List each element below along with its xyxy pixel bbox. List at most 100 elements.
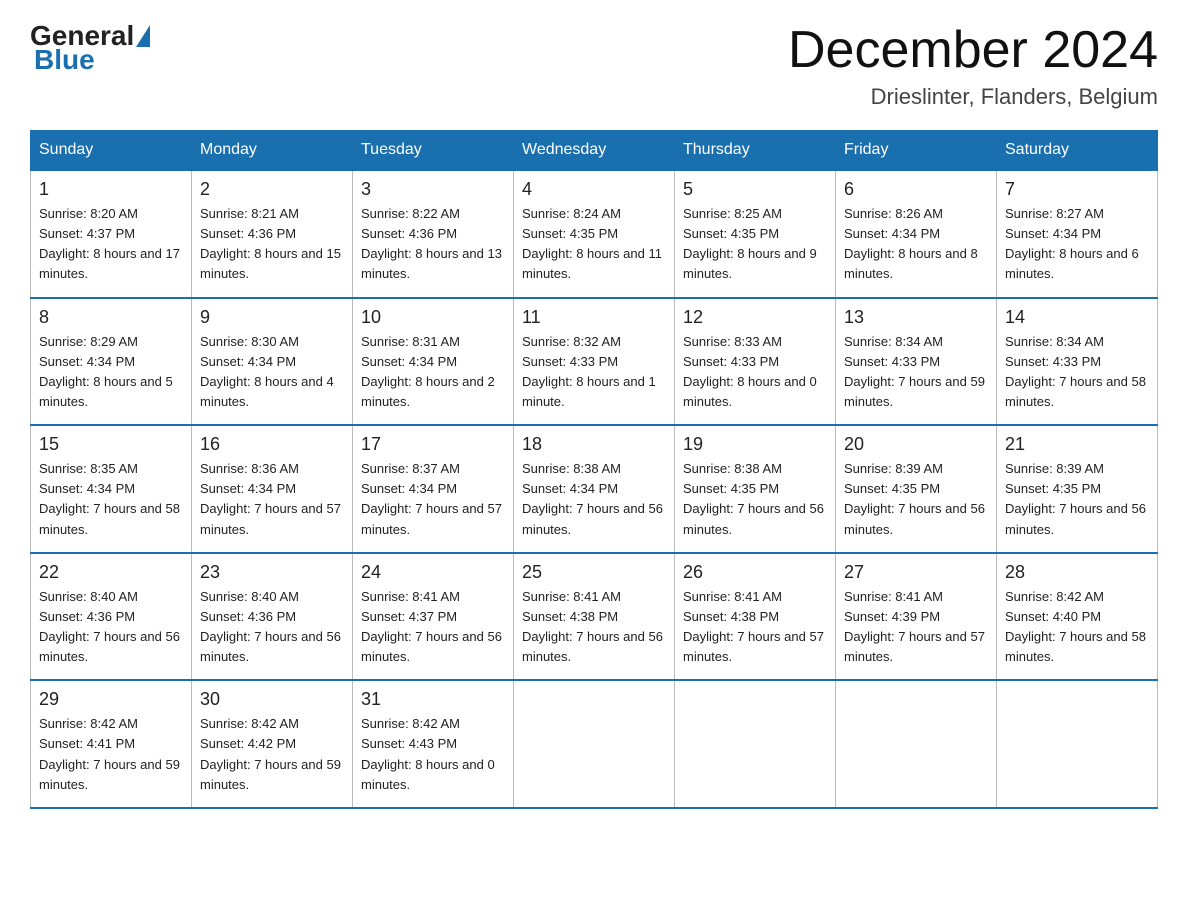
day-info: Sunrise: 8:41 AMSunset: 4:38 PMDaylight:… (522, 589, 663, 664)
calendar-day-cell: 21 Sunrise: 8:39 AMSunset: 4:35 PMDayligh… (997, 425, 1158, 553)
calendar-day-cell (675, 680, 836, 808)
day-number: 16 (200, 434, 344, 455)
day-info: Sunrise: 8:39 AMSunset: 4:35 PMDaylight:… (1005, 461, 1146, 536)
days-of-week-row: SundayMondayTuesdayWednesdayThursdayFrid… (31, 131, 1158, 171)
day-number: 17 (361, 434, 505, 455)
day-info: Sunrise: 8:34 AMSunset: 4:33 PMDaylight:… (1005, 334, 1146, 409)
calendar-header: SundayMondayTuesdayWednesdayThursdayFrid… (31, 131, 1158, 171)
calendar-day-cell: 6 Sunrise: 8:26 AMSunset: 4:34 PMDaylight… (836, 170, 997, 298)
day-header-tuesday: Tuesday (353, 131, 514, 171)
calendar-day-cell: 4 Sunrise: 8:24 AMSunset: 4:35 PMDaylight… (514, 170, 675, 298)
calendar-day-cell: 18Sunrise: 8:38 AMSunset: 4:34 PMDayligh… (514, 425, 675, 553)
calendar-day-cell: 9 Sunrise: 8:30 AMSunset: 4:34 PMDaylight… (192, 298, 353, 426)
day-info: Sunrise: 8:29 AMSunset: 4:34 PMDaylight:… (39, 334, 173, 409)
calendar-week-row: 8 Sunrise: 8:29 AMSunset: 4:34 PMDaylight… (31, 298, 1158, 426)
calendar-week-row: 1 Sunrise: 8:20 AMSunset: 4:37 PMDaylight… (31, 170, 1158, 298)
calendar-body: 1 Sunrise: 8:20 AMSunset: 4:37 PMDaylight… (31, 170, 1158, 808)
calendar-week-row: 15 Sunrise: 8:35 AMSunset: 4:34 PMDayligh… (31, 425, 1158, 553)
day-number: 7 (1005, 179, 1149, 200)
day-info: Sunrise: 8:32 AMSunset: 4:33 PMDaylight:… (522, 334, 656, 409)
day-info: Sunrise: 8:31 AMSunset: 4:34 PMDaylight:… (361, 334, 495, 409)
page-header: General Blue December 2024 Drieslinter, … (30, 20, 1158, 110)
calendar-day-cell: 31 Sunrise: 8:42 AMSunset: 4:43 PMDayligh… (353, 680, 514, 808)
logo: General Blue (30, 20, 152, 76)
month-title: December 2024 (788, 20, 1158, 80)
calendar-day-cell: 14 Sunrise: 8:34 AMSunset: 4:33 PMDayligh… (997, 298, 1158, 426)
day-info: Sunrise: 8:37 AMSunset: 4:34 PMDaylight:… (361, 461, 502, 536)
day-header-monday: Monday (192, 131, 353, 171)
day-number: 14 (1005, 307, 1149, 328)
day-number: 15 (39, 434, 183, 455)
calendar-day-cell: 25Sunrise: 8:41 AMSunset: 4:38 PMDayligh… (514, 553, 675, 681)
calendar-day-cell: 10 Sunrise: 8:31 AMSunset: 4:34 PMDayligh… (353, 298, 514, 426)
day-info: Sunrise: 8:42 AMSunset: 4:43 PMDaylight:… (361, 716, 495, 791)
day-number: 23 (200, 562, 344, 583)
calendar-day-cell (836, 680, 997, 808)
calendar-week-row: 29Sunrise: 8:42 AMSunset: 4:41 PMDayligh… (31, 680, 1158, 808)
day-number: 6 (844, 179, 988, 200)
day-info: Sunrise: 8:41 AMSunset: 4:38 PMDaylight:… (683, 589, 824, 664)
logo-triangle-icon (136, 25, 150, 47)
day-info: Sunrise: 8:41 AMSunset: 4:39 PMDaylight:… (844, 589, 985, 664)
day-info: Sunrise: 8:20 AMSunset: 4:37 PMDaylight:… (39, 206, 180, 281)
calendar-day-cell: 16 Sunrise: 8:36 AMSunset: 4:34 PMDayligh… (192, 425, 353, 553)
calendar-day-cell: 17 Sunrise: 8:37 AMSunset: 4:34 PMDayligh… (353, 425, 514, 553)
day-info: Sunrise: 8:41 AMSunset: 4:37 PMDaylight:… (361, 589, 502, 664)
day-number: 1 (39, 179, 183, 200)
calendar-day-cell: 27Sunrise: 8:41 AMSunset: 4:39 PMDayligh… (836, 553, 997, 681)
day-number: 22 (39, 562, 183, 583)
day-info: Sunrise: 8:30 AMSunset: 4:34 PMDaylight:… (200, 334, 334, 409)
calendar-day-cell: 5Sunrise: 8:25 AMSunset: 4:35 PMDaylight… (675, 170, 836, 298)
day-info: Sunrise: 8:39 AMSunset: 4:35 PMDaylight:… (844, 461, 985, 536)
day-number: 10 (361, 307, 505, 328)
day-number: 19 (683, 434, 827, 455)
calendar-table: SundayMondayTuesdayWednesdayThursdayFrid… (30, 130, 1158, 809)
calendar-day-cell: 23 Sunrise: 8:40 AMSunset: 4:36 PMDayligh… (192, 553, 353, 681)
day-number: 18 (522, 434, 666, 455)
calendar-day-cell (997, 680, 1158, 808)
calendar-day-cell: 12Sunrise: 8:33 AMSunset: 4:33 PMDayligh… (675, 298, 836, 426)
day-number: 28 (1005, 562, 1149, 583)
calendar-day-cell: 20Sunrise: 8:39 AMSunset: 4:35 PMDayligh… (836, 425, 997, 553)
day-number: 11 (522, 307, 666, 328)
calendar-day-cell: 11 Sunrise: 8:32 AMSunset: 4:33 PMDayligh… (514, 298, 675, 426)
day-info: Sunrise: 8:35 AMSunset: 4:34 PMDaylight:… (39, 461, 180, 536)
day-number: 9 (200, 307, 344, 328)
calendar-day-cell: 29Sunrise: 8:42 AMSunset: 4:41 PMDayligh… (31, 680, 192, 808)
day-info: Sunrise: 8:24 AMSunset: 4:35 PMDaylight:… (522, 206, 662, 281)
day-number: 8 (39, 307, 183, 328)
day-number: 26 (683, 562, 827, 583)
location-subtitle: Drieslinter, Flanders, Belgium (788, 84, 1158, 110)
day-info: Sunrise: 8:26 AMSunset: 4:34 PMDaylight:… (844, 206, 978, 281)
calendar-day-cell: 30 Sunrise: 8:42 AMSunset: 4:42 PMDayligh… (192, 680, 353, 808)
day-info: Sunrise: 8:21 AMSunset: 4:36 PMDaylight:… (200, 206, 341, 281)
day-header-sunday: Sunday (31, 131, 192, 171)
day-number: 29 (39, 689, 183, 710)
calendar-day-cell: 8 Sunrise: 8:29 AMSunset: 4:34 PMDaylight… (31, 298, 192, 426)
calendar-day-cell (514, 680, 675, 808)
day-number: 30 (200, 689, 344, 710)
day-info: Sunrise: 8:38 AMSunset: 4:35 PMDaylight:… (683, 461, 824, 536)
day-header-friday: Friday (836, 131, 997, 171)
day-header-saturday: Saturday (997, 131, 1158, 171)
day-number: 2 (200, 179, 344, 200)
calendar-day-cell: 1 Sunrise: 8:20 AMSunset: 4:37 PMDaylight… (31, 170, 192, 298)
logo-blue-text: Blue (30, 44, 95, 76)
day-number: 4 (522, 179, 666, 200)
day-info: Sunrise: 8:36 AMSunset: 4:34 PMDaylight:… (200, 461, 341, 536)
day-info: Sunrise: 8:40 AMSunset: 4:36 PMDaylight:… (200, 589, 341, 664)
day-number: 21 (1005, 434, 1149, 455)
calendar-day-cell: 15 Sunrise: 8:35 AMSunset: 4:34 PMDayligh… (31, 425, 192, 553)
day-number: 3 (361, 179, 505, 200)
day-header-wednesday: Wednesday (514, 131, 675, 171)
day-number: 24 (361, 562, 505, 583)
day-number: 13 (844, 307, 988, 328)
calendar-day-cell: 24 Sunrise: 8:41 AMSunset: 4:37 PMDayligh… (353, 553, 514, 681)
calendar-day-cell: 28 Sunrise: 8:42 AMSunset: 4:40 PMDayligh… (997, 553, 1158, 681)
day-info: Sunrise: 8:42 AMSunset: 4:40 PMDaylight:… (1005, 589, 1146, 664)
title-block: December 2024 Drieslinter, Flanders, Bel… (788, 20, 1158, 110)
day-info: Sunrise: 8:40 AMSunset: 4:36 PMDaylight:… (39, 589, 180, 664)
day-number: 31 (361, 689, 505, 710)
day-info: Sunrise: 8:42 AMSunset: 4:42 PMDaylight:… (200, 716, 341, 791)
calendar-day-cell: 26 Sunrise: 8:41 AMSunset: 4:38 PMDayligh… (675, 553, 836, 681)
